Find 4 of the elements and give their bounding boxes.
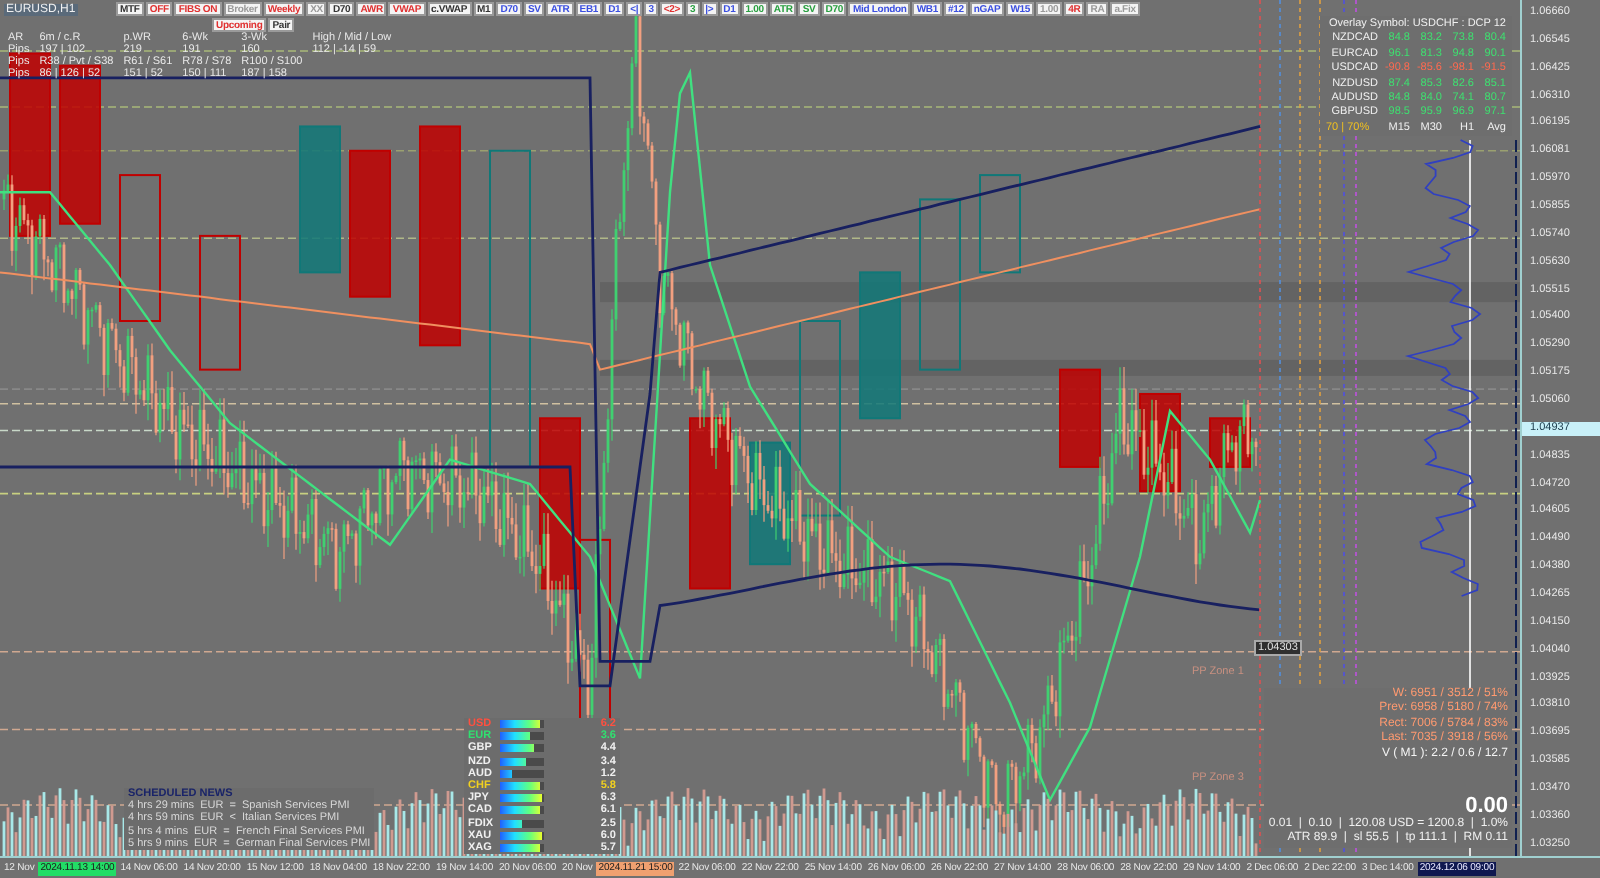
range-box	[199, 234, 241, 371]
balance-value: 0.00	[1465, 794, 1508, 819]
range-box	[979, 174, 1021, 274]
range-box	[1059, 368, 1101, 468]
